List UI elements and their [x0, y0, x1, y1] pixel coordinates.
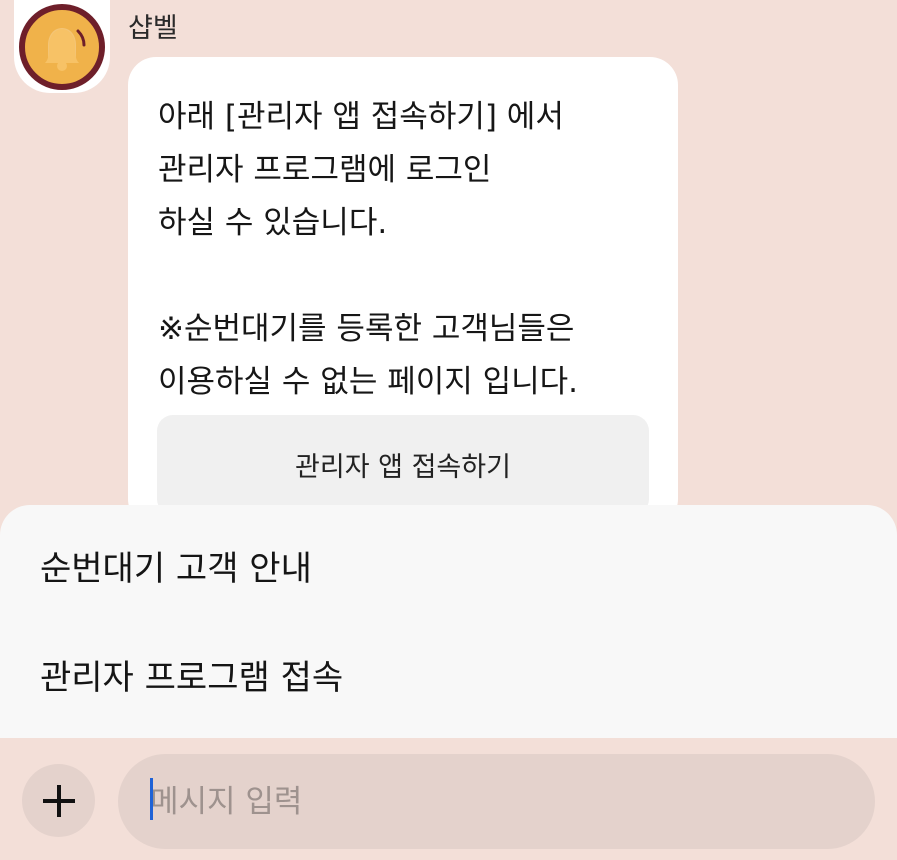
message-text: 아래 [관리자 앱 접속하기] 에서 관리자 프로그램에 로그인 하실 수 있습… [158, 99, 579, 400]
text-cursor [150, 778, 153, 820]
quick-reply-waiting-customer-guide[interactable]: 순번대기 고객 안내 [40, 541, 312, 590]
sender-name: 샵벨 [128, 13, 178, 44]
admin-app-connect-button[interactable]: 관리자 앱 접속하기 [157, 415, 649, 515]
quick-reply-panel: 순번대기 고객 안내 관리자 프로그램 접속 [0, 505, 897, 738]
attach-button[interactable] [22, 764, 95, 837]
quick-reply-admin-program-access[interactable]: 관리자 프로그램 접속 [40, 650, 343, 699]
message-composer [0, 738, 897, 860]
message-bubble: 아래 [관리자 앱 접속하기] 에서 관리자 프로그램에 로그인 하실 수 있습… [128, 57, 678, 527]
bell-icon [19, 3, 105, 90]
message-input[interactable] [118, 754, 875, 849]
plus-icon [42, 784, 75, 817]
avatar[interactable] [14, 0, 110, 93]
